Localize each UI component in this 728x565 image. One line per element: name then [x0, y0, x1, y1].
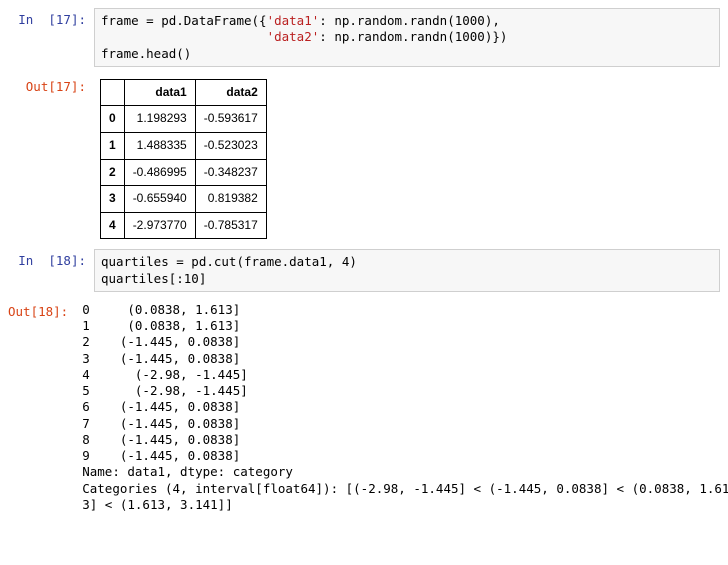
cell-value: -0.785317: [195, 212, 266, 239]
row-index: 3: [101, 186, 125, 213]
table-row: 0 1.198293 -0.593617: [101, 106, 267, 133]
code-token: quartiles[:10]: [101, 271, 206, 286]
row-index: 0: [101, 106, 125, 133]
out-prompt-17: Out[17]:: [8, 75, 94, 242]
code-input-18[interactable]: quartiles = pd.cut(frame.data1, 4) quart…: [94, 249, 720, 292]
output-cell-18: Out[18]: 0 (0.0838, 1.613] 1 (0.0838, 1.…: [8, 300, 720, 515]
code-token: quartiles = pd.cut(frame.data1, 4): [101, 254, 357, 269]
cell-value: -0.348237: [195, 159, 266, 186]
cell-value: -0.655940: [124, 186, 195, 213]
cell-value: -0.593617: [195, 106, 266, 133]
code-input-17[interactable]: frame = pd.DataFrame({'data1': np.random…: [94, 8, 720, 67]
output-cell-17: Out[17]: data1 data2 0 1.198293 -0.59361…: [8, 75, 720, 242]
in-prompt-17: In [17]:: [8, 8, 94, 67]
output-text-18: 0 (0.0838, 1.613] 1 (0.0838, 1.613] 2 (-…: [76, 300, 728, 515]
col-header: data1: [124, 79, 195, 106]
string-token: 'data1': [267, 13, 320, 28]
in-prompt-18: In [18]:: [8, 249, 94, 292]
table-row: 3 -0.655940 0.819382: [101, 186, 267, 213]
row-index: 4: [101, 212, 125, 239]
cell-value: 1.198293: [124, 106, 195, 133]
table-header-row: data1 data2: [101, 79, 267, 106]
out-prompt-18: Out[18]:: [8, 300, 76, 515]
row-index: 2: [101, 159, 125, 186]
cell-value: -0.486995: [124, 159, 195, 186]
input-cell-17: In [17]: frame = pd.DataFrame({'data1': …: [8, 8, 720, 67]
table-row: 2 -0.486995 -0.348237: [101, 159, 267, 186]
input-cell-18: In [18]: quartiles = pd.cut(frame.data1,…: [8, 249, 720, 292]
table-corner: [101, 79, 125, 106]
table-row: 1 1.488335 -0.523023: [101, 132, 267, 159]
output-area-17: data1 data2 0 1.198293 -0.593617 1 1.488…: [94, 75, 720, 242]
code-token: frame = pd.DataFrame({: [101, 13, 267, 28]
code-token: frame.head(): [101, 46, 191, 61]
code-token: [101, 29, 267, 44]
dataframe-table: data1 data2 0 1.198293 -0.593617 1 1.488…: [100, 79, 267, 240]
cell-value: 0.819382: [195, 186, 266, 213]
string-token: 'data2': [267, 29, 320, 44]
cell-value: -0.523023: [195, 132, 266, 159]
cell-value: 1.488335: [124, 132, 195, 159]
cell-value: -2.973770: [124, 212, 195, 239]
row-index: 1: [101, 132, 125, 159]
table-row: 4 -2.973770 -0.785317: [101, 212, 267, 239]
code-token: : np.random.randn(1000),: [319, 13, 500, 28]
code-token: : np.random.randn(1000)}): [319, 29, 507, 44]
col-header: data2: [195, 79, 266, 106]
